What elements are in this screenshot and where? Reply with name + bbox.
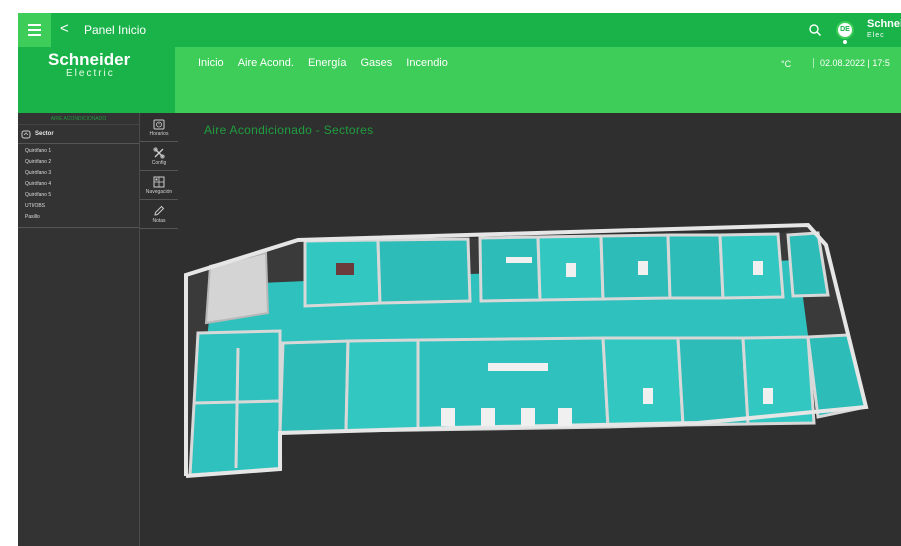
back-button[interactable]: <: [60, 21, 69, 37]
nav-item-incendio[interactable]: Incendio: [406, 57, 448, 69]
sidebar-item-pasillo[interactable]: Pasillo: [18, 212, 139, 223]
app-window: < Panel Inicio DE Schnei Elec Schneider …: [18, 13, 901, 546]
sidebar-item-quirofano-3[interactable]: Quirófano 3: [18, 168, 139, 179]
tool-label: Navegación: [145, 188, 173, 195]
logo-name: Schneider: [48, 50, 131, 69]
brand-name: Schnei: [867, 18, 901, 30]
sidebar: AIRE ACONDICIONADO Sector Quirófano 1 Qu…: [18, 113, 140, 546]
clock-icon: [153, 119, 165, 129]
logo-sub: Electric: [66, 68, 115, 79]
avatar-status-dot: [843, 40, 847, 44]
sidebar-title: AIRE ACONDICIONADO: [18, 113, 139, 125]
brand-sub: Elec: [867, 32, 885, 39]
company-logo: Schneider Electric: [18, 47, 175, 113]
page-title: Aire Acondicionado - Sectores: [204, 123, 374, 137]
header-band: Schneider Electric Inicio Aire Acond. En…: [18, 47, 901, 113]
sidebar-item-quirofano-1[interactable]: Quirófano 1: [18, 146, 139, 157]
top-bar: < Panel Inicio DE Schnei Elec: [18, 13, 901, 47]
tool-label: Config: [151, 159, 167, 166]
nav-item-inicio[interactable]: Inicio: [198, 57, 224, 69]
hamburger-icon[interactable]: [18, 13, 51, 47]
temperature-unit: °C: [781, 59, 792, 69]
sidebar-item-quirofano-2[interactable]: Quirófano 2: [18, 157, 139, 168]
brand-logo-small: Schnei Elec: [867, 19, 901, 41]
avatar[interactable]: DE: [836, 21, 854, 39]
date-time: 02.08.2022 | 17:5: [813, 58, 890, 68]
sidebar-item-quirofano-5[interactable]: Quirófano 5: [18, 190, 139, 201]
sector-selector[interactable]: Sector: [18, 125, 139, 144]
notes-button[interactable]: Notas: [140, 200, 178, 229]
main-nav: Inicio Aire Acond. Energía Gases Incendi…: [198, 57, 448, 69]
sidebar-item-quirofano-4[interactable]: Quirófano 4: [18, 179, 139, 190]
config-icon: [153, 146, 165, 159]
schedule-button[interactable]: Horarios: [140, 113, 178, 142]
nav-item-gases[interactable]: Gases: [360, 57, 392, 69]
nav-item-energia[interactable]: Energía: [308, 57, 347, 69]
tool-label: Notas: [152, 217, 166, 224]
bottom-rooms: [278, 333, 868, 435]
navigation-button[interactable]: Navegación: [140, 171, 178, 200]
nav-item-aire-acond[interactable]: Aire Acond.: [238, 57, 294, 69]
pencil-icon: [154, 205, 165, 216]
search-icon[interactable]: [808, 23, 822, 42]
navigation-icon: [153, 176, 165, 187]
divider: [18, 227, 139, 228]
sidebar-item-uti-obs[interactable]: UTI/OBS: [18, 201, 139, 212]
config-button[interactable]: Config: [140, 142, 178, 171]
tool-label: Horarios: [149, 130, 169, 137]
sector-list: Quirófano 1 Quirófano 2 Quirófano 3 Quir…: [18, 144, 139, 223]
sector-icon: [21, 130, 31, 138]
sector-label: Sector: [35, 131, 54, 137]
panel-title: Panel Inicio: [84, 23, 147, 37]
tools-column: Horarios Config Navegación Notas: [140, 113, 178, 253]
floor-plan[interactable]: [178, 193, 878, 493]
